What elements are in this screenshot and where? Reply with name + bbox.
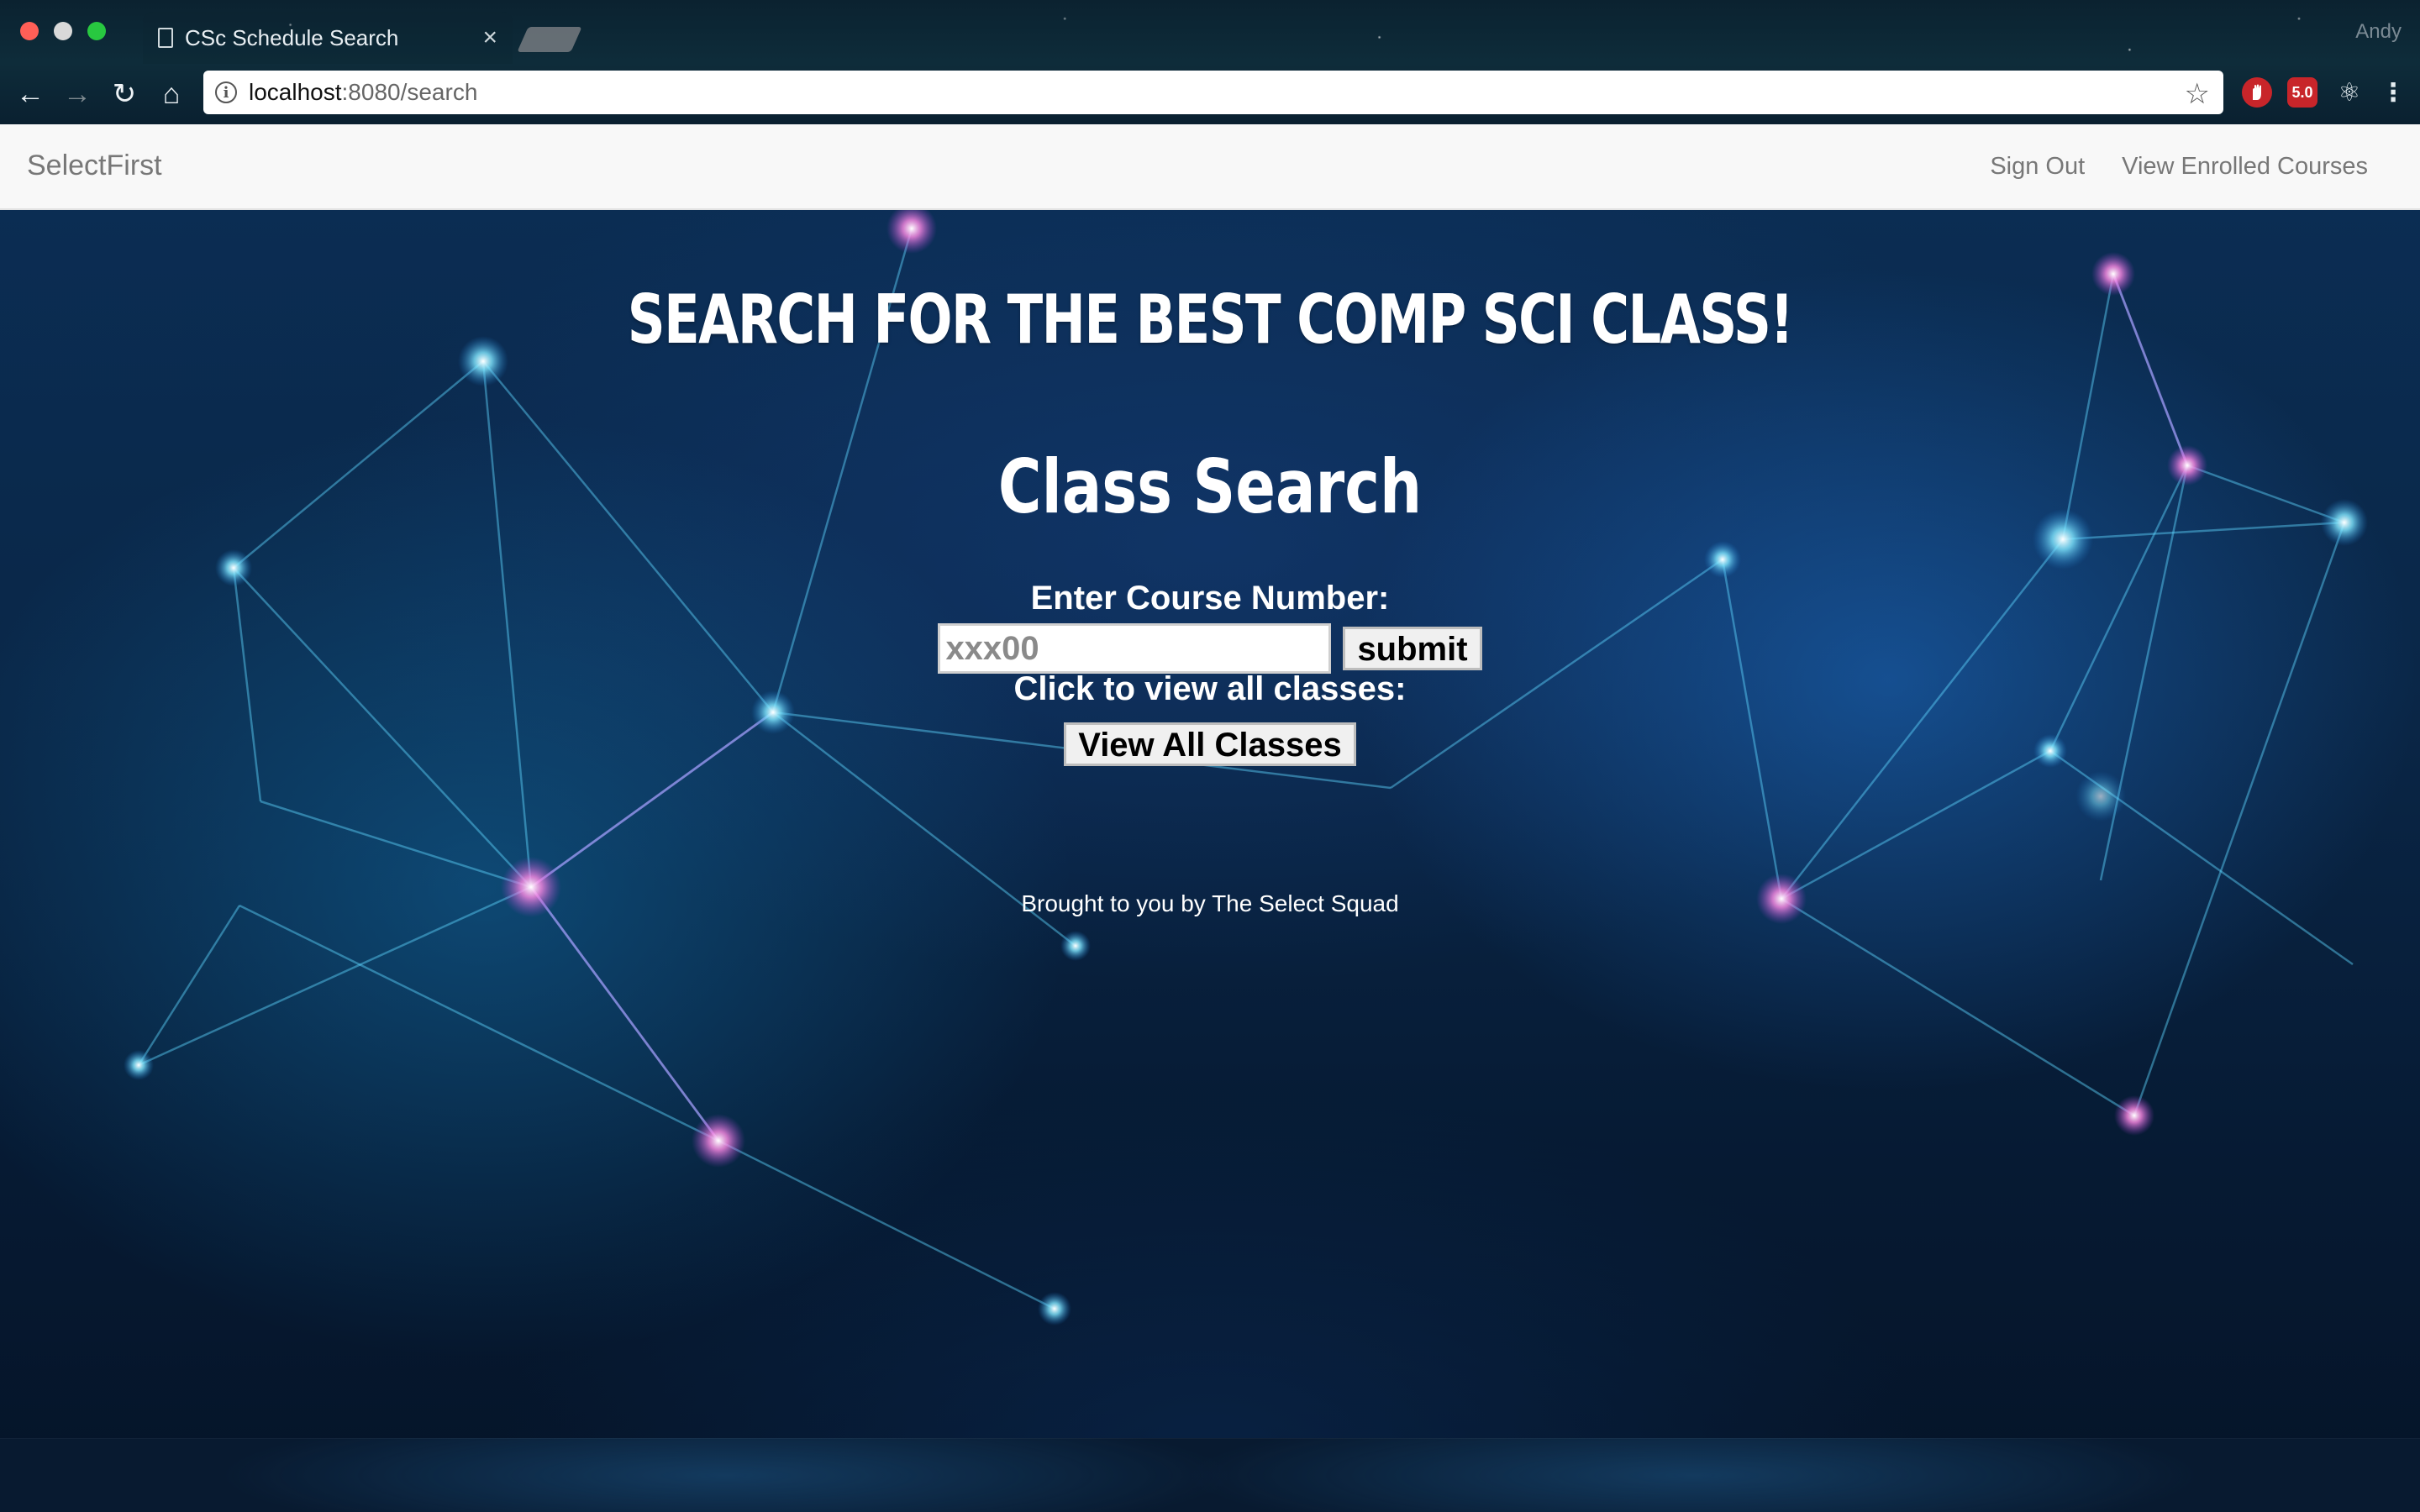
profile-name[interactable]: Andy — [2355, 20, 2402, 44]
browser-chrome: CSc Schedule Search × Andy ← → ↻ ⌂ i loc… — [0, 0, 2420, 124]
view-all-row: View All Classes — [0, 722, 2420, 766]
reload-icon[interactable]: ↻ — [106, 76, 143, 113]
url-host: localhost — [249, 79, 342, 105]
top-navbar: SelectFirst Sign Out View Enrolled Cours… — [0, 124, 2420, 210]
info-icon[interactable]: i — [215, 81, 237, 103]
page-headline: SEARCH FOR THE BEST COMP SCI CLASS! — [627, 281, 1794, 359]
document-icon — [158, 28, 173, 48]
forward-icon[interactable]: → — [59, 76, 96, 113]
page-bottom-band — [0, 1438, 2420, 1512]
new-tab-button[interactable] — [517, 27, 582, 52]
maximize-window-button[interactable] — [87, 22, 106, 40]
address-bar[interactable]: i localhost:8080/search ☆ — [203, 71, 2223, 114]
view-enrolled-courses-link[interactable]: View Enrolled Courses — [2122, 153, 2368, 181]
extension-badge[interactable]: 5.0 — [2287, 77, 2317, 108]
url-path: :8080/search — [341, 79, 478, 105]
view-all-label: Click to view all classes: — [1013, 670, 1407, 707]
back-icon[interactable]: ← — [12, 76, 49, 113]
minimize-window-button[interactable] — [54, 22, 72, 40]
close-window-button[interactable] — [20, 22, 39, 40]
tab-bar: CSc Schedule Search × Andy — [0, 0, 2420, 71]
browser-tab[interactable]: CSc Schedule Search × — [143, 12, 513, 64]
react-devtools-icon[interactable]: ⚛ — [2334, 77, 2365, 108]
hand-icon — [2253, 84, 2261, 100]
brand-logo-link[interactable]: SelectFirst — [27, 150, 162, 182]
footer-credit: Brought to you by The Select Squad — [1021, 890, 1399, 916]
page: SelectFirst Sign Out View Enrolled Cours… — [0, 124, 2420, 1512]
navbar-links: Sign Out View Enrolled Courses — [1990, 153, 2368, 181]
sign-out-link[interactable]: Sign Out — [1990, 153, 2085, 181]
view-all-classes-button[interactable]: View All Classes — [1064, 722, 1356, 766]
page-title: Class Search — [997, 444, 1423, 530]
course-number-input[interactable] — [938, 623, 1332, 674]
course-number-label: Enter Course Number: — [1030, 580, 1390, 617]
bookmark-star-icon[interactable]: ☆ — [2185, 77, 2210, 111]
browser-menu-icon[interactable]: ⋮ — [2378, 77, 2408, 108]
ad-block-extension-icon[interactable] — [2242, 77, 2272, 108]
submit-button[interactable]: submit — [1343, 627, 1482, 670]
tab-title: CSc Schedule Search — [185, 24, 399, 50]
course-search-form: submit — [0, 623, 2420, 674]
home-icon[interactable]: ⌂ — [153, 76, 190, 113]
close-tab-icon[interactable]: × — [482, 24, 497, 52]
